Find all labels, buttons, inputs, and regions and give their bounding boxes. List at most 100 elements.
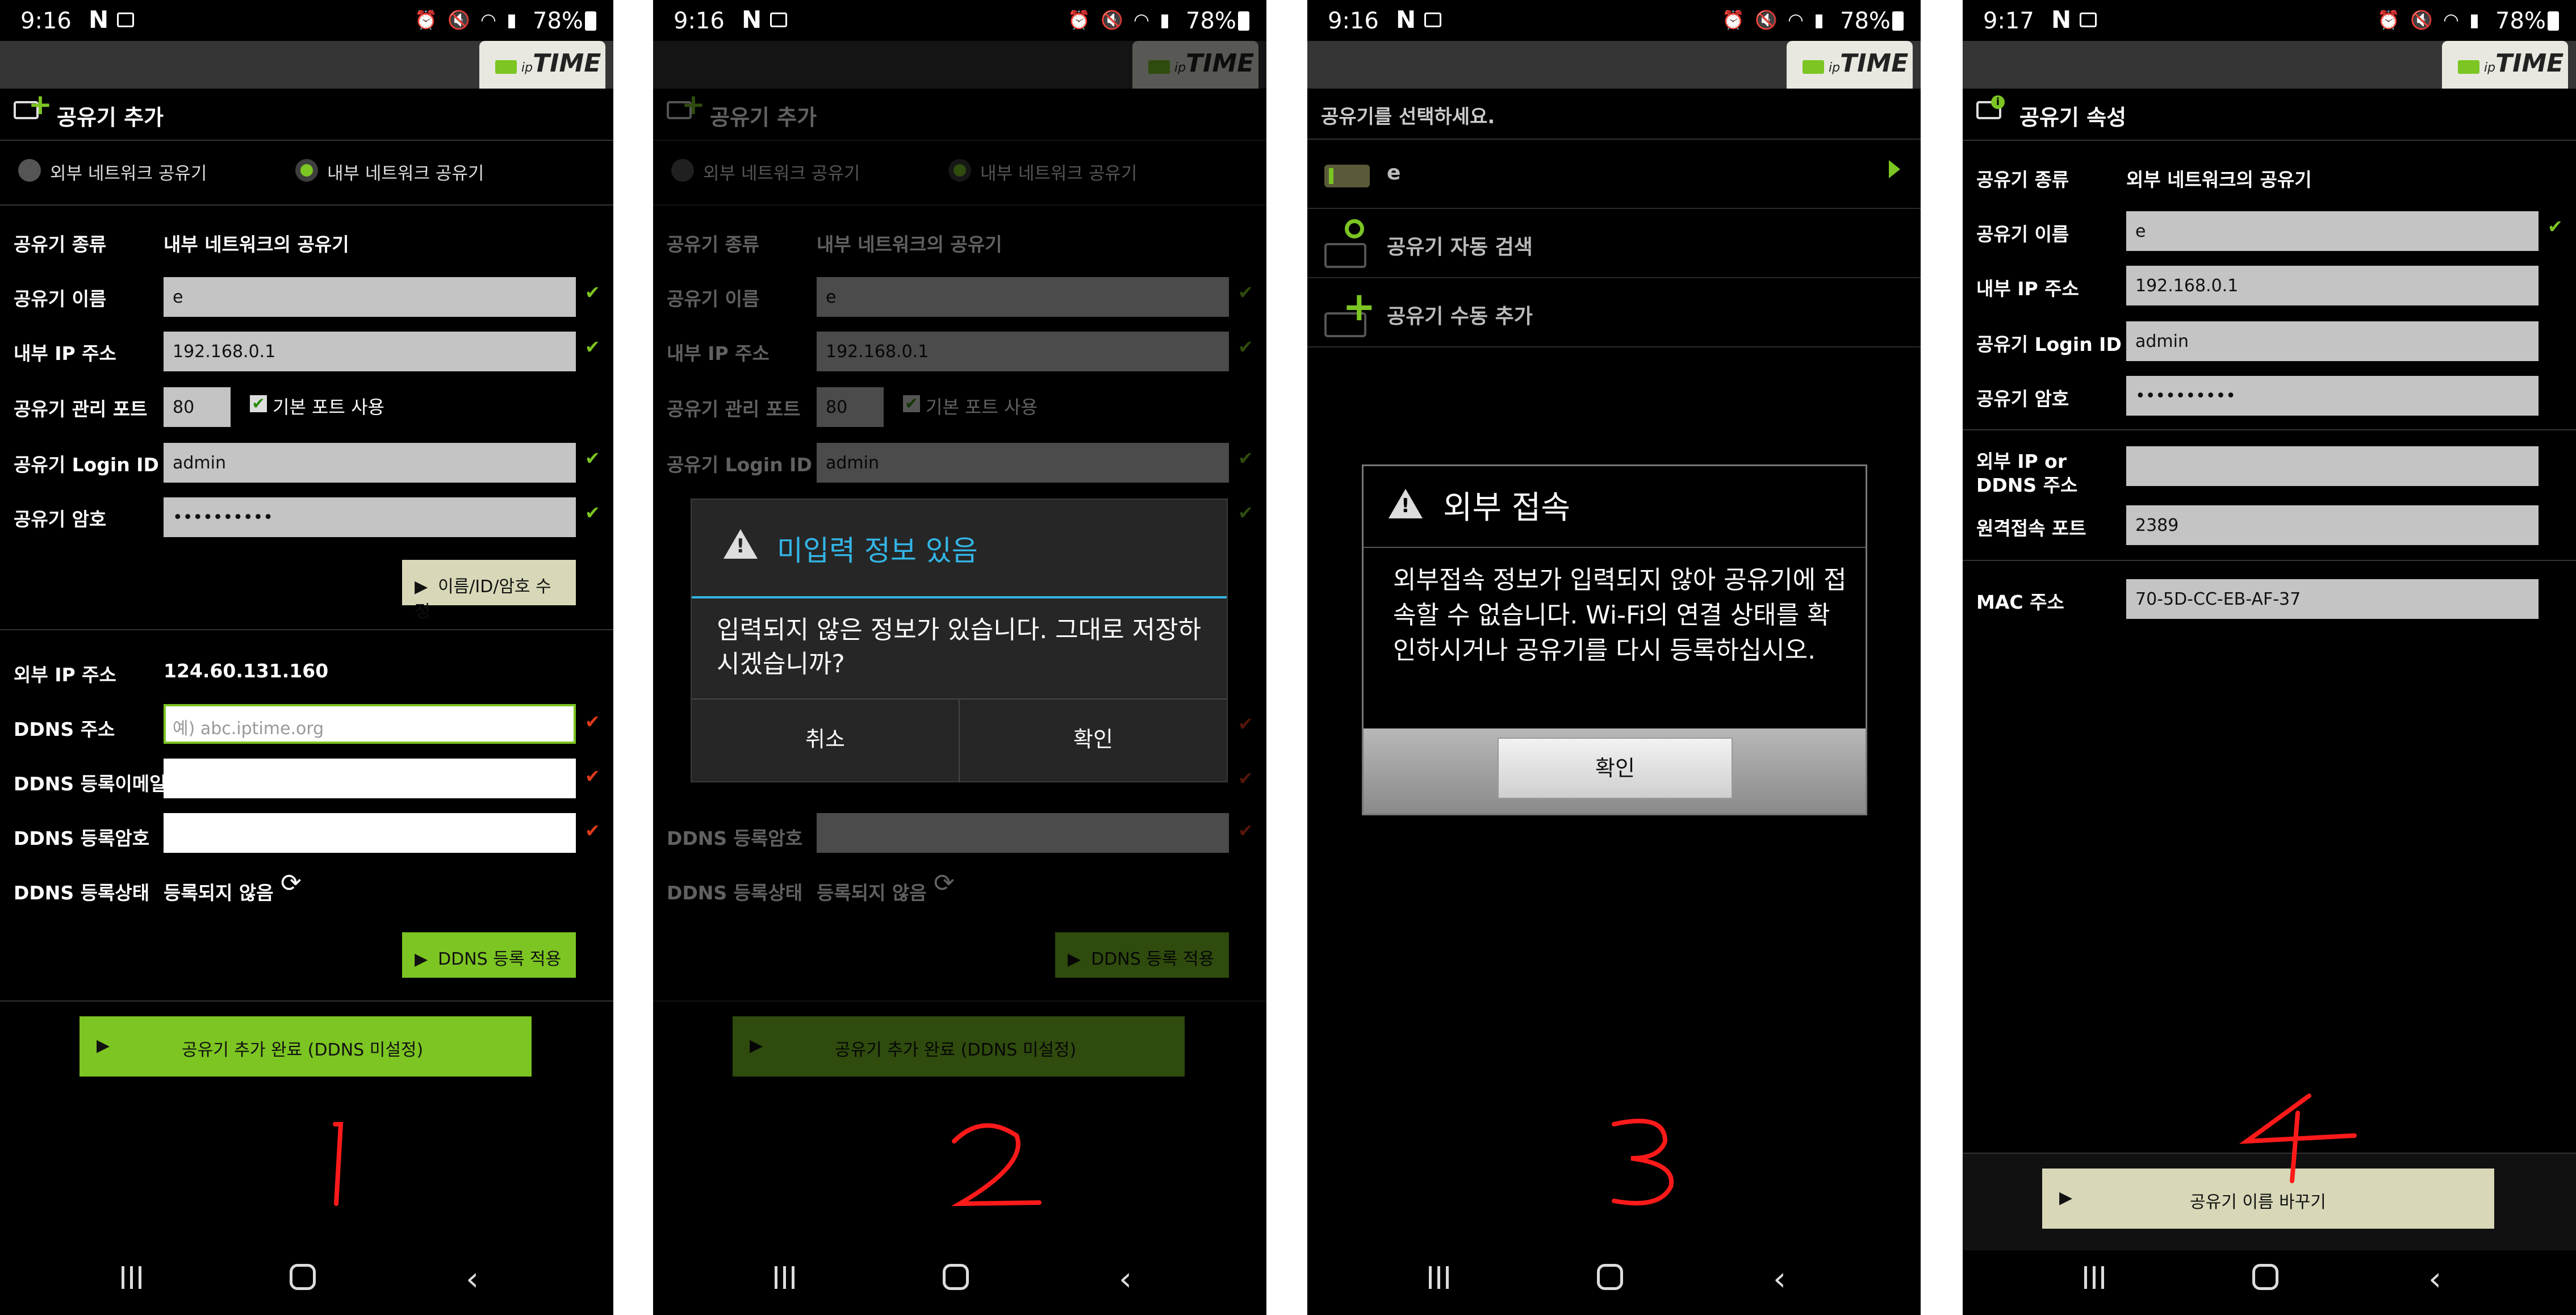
ext-ip-label: 외부 IP 주소 — [14, 664, 116, 686]
port-label: 공유기 관리 포트 — [14, 398, 148, 420]
dialog-message: 외부접속 정보가 입력되지 않아 공유기에 접속할 수 없습니다. Wi-Fi의… — [1393, 566, 1847, 665]
app-bar: ipTIME — [1307, 41, 1921, 89]
back-icon[interactable]: ‹ — [466, 1259, 479, 1298]
router-list-item[interactable]: e — [1307, 140, 1921, 209]
refresh-icon[interactable]: ⟳ — [281, 869, 302, 898]
logo-mark-icon — [495, 60, 517, 74]
back-icon[interactable]: ‹ — [2428, 1259, 2441, 1298]
back-icon[interactable]: ‹ — [1773, 1259, 1786, 1298]
play-arrow-icon: ▶ — [97, 1036, 110, 1056]
radio-internal[interactable] — [295, 159, 318, 182]
radio-external-label[interactable]: 외부 네트워크 공유기 — [50, 159, 207, 185]
default-port-label[interactable]: 기본 포트 사용 — [273, 393, 384, 419]
mac-label: MAC 주소 — [1976, 591, 2064, 613]
missing-info-dialog: 미입력 정보 있음 입력되지 않은 정보가 있습니다. 그대로 저장하시겠습니까… — [692, 500, 1227, 782]
ddns-apply-button[interactable]: ▶DDNS 등록 적용 — [402, 932, 576, 978]
divider — [0, 629, 613, 630]
ddns-password-input[interactable] — [164, 813, 576, 853]
status-time: 9:16 — [20, 8, 72, 34]
login-field[interactable]: admin — [164, 443, 576, 483]
annotation-number-1 — [333, 1122, 344, 1206]
android-nav-bar: ‹ — [0, 1249, 613, 1315]
complete-add-button[interactable]: ▶공유기 추가 완료 (DDNS 미설정) — [80, 1016, 532, 1077]
ok-button[interactable]: 확인 — [960, 700, 1227, 782]
router-icon — [1324, 165, 1370, 187]
cancel-button[interactable]: 취소 — [692, 700, 960, 782]
battery-percent: 78% — [2495, 8, 2546, 34]
battery-percent: 78% — [1186, 8, 1236, 34]
dialog-buttons: 취소 확인 — [692, 698, 1227, 782]
edit-name-id-password-button[interactable]: ▶ 이름/ID/암호 수정 — [402, 560, 576, 622]
recent-apps-icon[interactable] — [1427, 1266, 1452, 1289]
system-status-icons: ⏰ 🔇 ◠ ▮ — [415, 9, 519, 31]
page-title: 공유기 추가 — [57, 105, 164, 130]
status-bar: 9:16 N ⏰ 🔇 ◠ ▮ 78% — [0, 0, 613, 41]
play-arrow-icon: ▶ — [2059, 1188, 2073, 1208]
status-time: 9:16 — [674, 8, 725, 34]
password-field[interactable]: •••••••••• — [164, 497, 576, 537]
type-label: 공유기 종류 — [14, 233, 107, 256]
dialog-title-divider — [1364, 547, 1866, 548]
type-value: 외부 네트워크의 공유기 — [2126, 169, 2312, 191]
phone-screen-1: 9:16 N ⏰ 🔇 ◠ ▮ 78% ipTIME + 공유기 추가 외부 네트… — [0, 0, 613, 1315]
radio-internal-label[interactable]: 내부 네트워크 공유기 — [327, 159, 484, 185]
home-icon[interactable] — [2252, 1264, 2278, 1290]
logo-mark-icon — [1803, 60, 1824, 74]
status-bar: 9:16 N ⏰ 🔇 ◠ ▮ 78% — [653, 0, 1266, 41]
ddns-email-input[interactable] — [164, 759, 576, 798]
ok-button[interactable]: 확인 — [1498, 738, 1733, 799]
recent-apps-icon[interactable] — [2082, 1266, 2107, 1289]
manual-add-item[interactable]: + 공유기 수동 추가 — [1307, 278, 1921, 347]
iptime-logo: ipTIME — [2442, 41, 2568, 89]
iptime-logo: ipTIME — [1787, 41, 1913, 89]
back-icon[interactable]: ‹ — [1119, 1259, 1132, 1298]
password-label: 공유기 암호 — [14, 508, 107, 530]
ip-field[interactable]: 192.168.0.1 — [164, 332, 576, 371]
ext-address-label-1: 외부 IP or — [1976, 450, 2067, 472]
dialog-title: 외부 접속 — [1443, 489, 1570, 526]
invalid-check-icon: ✔ — [585, 820, 600, 841]
phone-screen-4: 9:17 N ⏰ 🔇 ◠ ▮ 78% ipTIME i 공유기 속성 공유기 종… — [1963, 0, 2576, 1315]
login-label: 공유기 Login ID — [14, 454, 159, 476]
home-icon[interactable] — [943, 1264, 969, 1290]
auto-search-item[interactable]: 공유기 자동 검색 — [1307, 209, 1921, 278]
battery-icon — [1238, 11, 1249, 31]
default-port-checkbox[interactable]: ✔ — [250, 395, 267, 412]
android-nav-bar: ‹ — [653, 1249, 1266, 1315]
app-bar: ipTIME — [1963, 41, 2576, 89]
warning-icon — [724, 529, 758, 559]
recent-apps-icon[interactable] — [772, 1266, 797, 1289]
port-field[interactable]: 80 — [164, 387, 231, 427]
page-title: 공유기 속성 — [2019, 105, 2127, 130]
status-time: 9:17 — [1983, 8, 2034, 34]
ddns-input[interactable]: 예) abc.iptime.org — [164, 704, 576, 744]
home-icon[interactable] — [290, 1264, 316, 1290]
system-status-icons: ⏰ 🔇 ◠ ▮ — [2377, 9, 2482, 31]
recent-apps-icon[interactable] — [119, 1266, 144, 1289]
divider — [1963, 560, 2576, 561]
name-label: 공유기 이름 — [1976, 223, 2069, 245]
n-notification-icon: N — [742, 6, 762, 33]
battery-icon — [585, 11, 596, 31]
name-field[interactable]: e — [164, 277, 576, 317]
battery-icon — [1892, 11, 1904, 31]
system-status-icons: ⏰ 🔇 ◠ ▮ — [1068, 9, 1172, 31]
radio-external[interactable] — [18, 159, 41, 182]
n-notification-icon: N — [2051, 6, 2072, 33]
password-field: •••••••••• — [2126, 376, 2539, 416]
annotation-number-3 — [1612, 1119, 1674, 1206]
list-item-label: 공유기 수동 추가 — [1387, 305, 1533, 328]
play-arrow-icon: ▶ — [415, 949, 428, 969]
page-header: i 공유기 속성 — [1963, 89, 2576, 141]
status-bar: 9:16 N ⏰ 🔇 ◠ ▮ 78% — [1307, 0, 1921, 41]
battery-percent: 78% — [533, 8, 583, 34]
name-field[interactable]: e — [2126, 211, 2539, 251]
network-type-radio-group: 외부 네트워크 공유기 내부 네트워크 공유기 — [0, 142, 613, 206]
remote-port-label: 원격접속 포트 — [1976, 517, 2086, 539]
app-bar: ipTIME — [0, 41, 613, 89]
ip-field: 192.168.0.1 — [2126, 266, 2539, 305]
home-icon[interactable] — [1597, 1264, 1623, 1290]
battery-percent: 78% — [1840, 8, 1891, 34]
external-access-dialog: 외부 접속 외부접속 정보가 입력되지 않아 공유기에 접속할 수 없습니다. … — [1362, 464, 1867, 815]
password-label: 공유기 암호 — [1976, 388, 2069, 410]
